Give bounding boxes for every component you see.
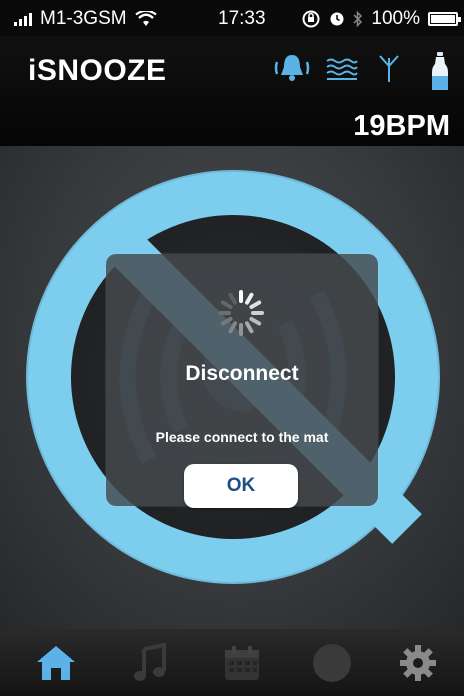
bluetooth-icon bbox=[353, 10, 363, 28]
bottle-icon[interactable] bbox=[430, 52, 450, 92]
disconnect-dialog: Disconnect Please connect to the mat OK bbox=[106, 254, 378, 508]
wifi-icon bbox=[134, 11, 157, 26]
bpm-readout: 19BPM bbox=[353, 110, 450, 142]
tab-bar bbox=[0, 629, 464, 696]
tab-home[interactable] bbox=[10, 629, 102, 696]
header-icons bbox=[268, 52, 458, 90]
battery-icon bbox=[428, 12, 461, 26]
tab-calendar[interactable] bbox=[196, 629, 288, 696]
status-time: 17:33 bbox=[218, 8, 266, 29]
alarm-bell-icon[interactable] bbox=[274, 52, 310, 84]
home-icon bbox=[37, 645, 75, 680]
rotation-lock-icon bbox=[302, 10, 320, 28]
dialog-message: Please connect to the mat bbox=[155, 429, 329, 445]
status-left: M1-3GSM bbox=[14, 8, 157, 30]
alarm-clock-icon bbox=[330, 12, 344, 26]
signal-strength-icon bbox=[14, 12, 32, 26]
tab-music[interactable] bbox=[104, 629, 196, 696]
antenna-icon[interactable] bbox=[378, 54, 400, 84]
status-right: 100% bbox=[301, 8, 461, 30]
loading-spinner-icon bbox=[218, 290, 264, 336]
app-title: iSNOOZE bbox=[28, 54, 167, 87]
music-note-icon bbox=[134, 642, 166, 681]
battery-percent: 100% bbox=[371, 8, 420, 29]
status-bar: M1-3GSM 17:33 100% bbox=[0, 0, 464, 36]
main-area: Disconnect Please connect to the mat OK bbox=[0, 146, 464, 629]
gear-icon bbox=[400, 644, 436, 681]
tab-circle[interactable] bbox=[286, 629, 378, 696]
wave-icon[interactable] bbox=[326, 56, 358, 82]
circle-icon bbox=[313, 643, 351, 682]
dialog-title: Disconnect bbox=[185, 362, 299, 385]
carrier-name: M1-3GSM bbox=[40, 8, 127, 29]
app-header: iSNOOZE 19BPM bbox=[0, 36, 464, 146]
tab-settings[interactable] bbox=[372, 629, 464, 696]
ok-button[interactable]: OK bbox=[184, 464, 298, 508]
calendar-icon bbox=[225, 645, 259, 680]
